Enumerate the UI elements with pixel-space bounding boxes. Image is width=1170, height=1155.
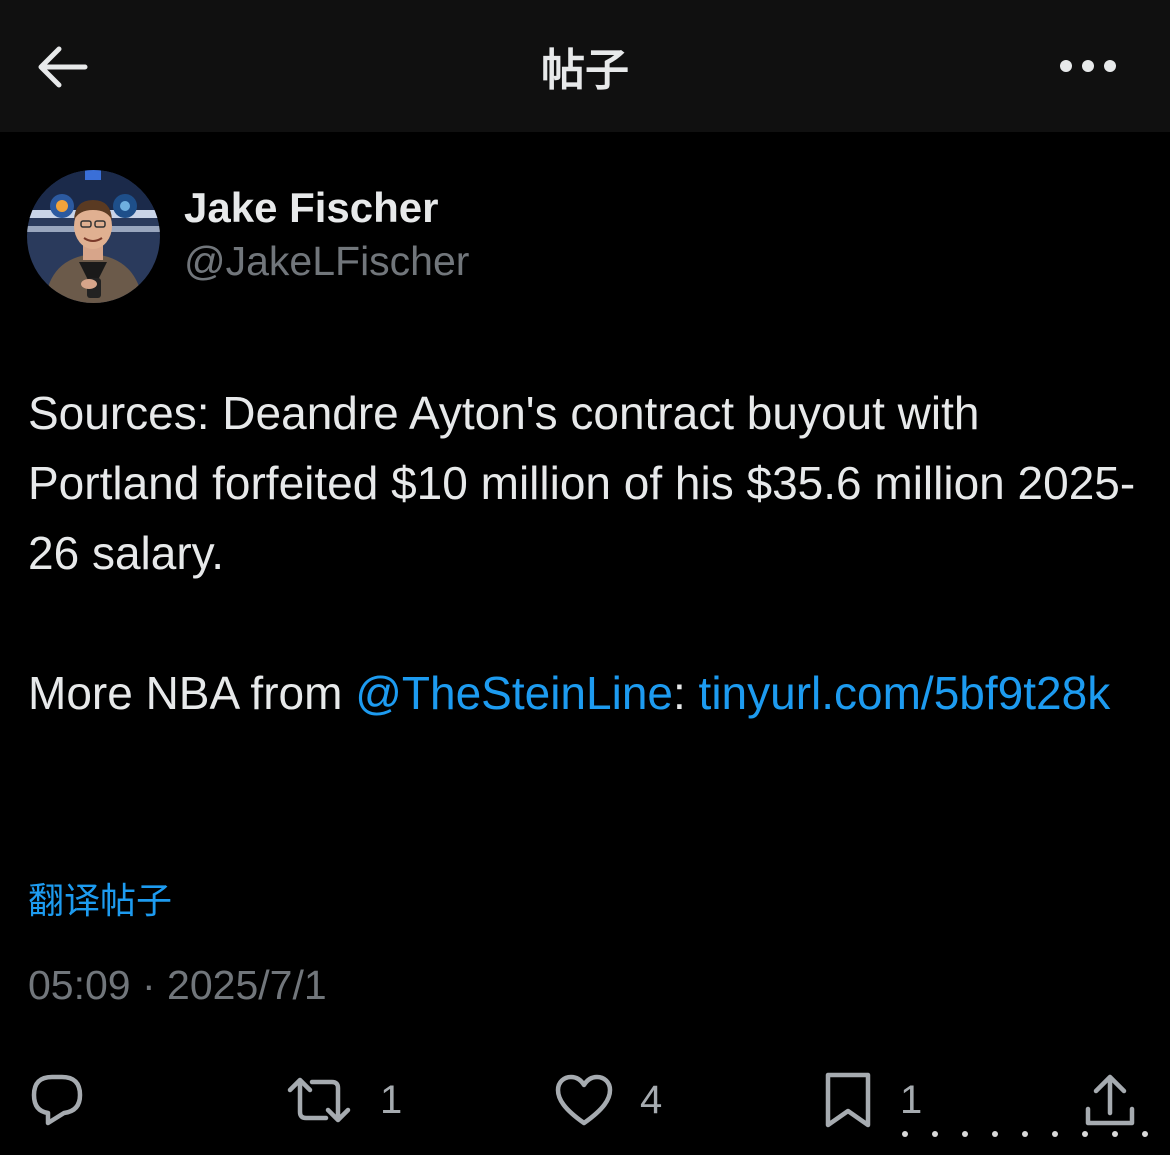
page-title: 帖子 — [541, 45, 629, 96]
share-icon — [1085, 1074, 1135, 1126]
repost-count: 1 — [380, 1077, 403, 1122]
post-text-paragraph: Sources: Deandre Ayton's contract buyout… — [28, 387, 1136, 579]
repost-icon — [287, 1077, 351, 1123]
post-date: 2025/7/1 — [167, 962, 327, 1008]
share-button[interactable] — [1080, 1060, 1140, 1140]
post-more-paragraph: More NBA from @TheSteinLine: tinyurl.com… — [28, 658, 1148, 728]
url-link[interactable]: tinyurl.com/5bf9t28k — [699, 667, 1111, 719]
author-avatar[interactable] — [27, 170, 160, 303]
user-avatar — [27, 170, 160, 303]
bookmark-button[interactable]: 1 — [822, 1060, 922, 1140]
repost-button[interactable]: 1 — [284, 1060, 402, 1140]
mention-link[interactable]: @TheSteinLine — [355, 667, 673, 719]
bookmark-count: 1 — [900, 1077, 923, 1122]
colon-text: : — [672, 667, 699, 719]
top-bar: 帖子 — [0, 0, 1170, 132]
post-time: 05:09 — [28, 962, 131, 1008]
reply-icon — [31, 1074, 83, 1126]
reply-button[interactable] — [28, 1060, 112, 1140]
arrow-left-icon — [38, 46, 88, 88]
more-horizontal-icon — [1060, 60, 1116, 72]
author-handle[interactable]: @JakeLFischer — [184, 238, 469, 285]
like-button[interactable]: 4 — [554, 1060, 662, 1140]
translate-post-link[interactable]: 翻译帖子 — [28, 872, 172, 924]
more-prefix: More NBA from — [28, 667, 356, 719]
more-options-button[interactable] — [1050, 40, 1126, 92]
post-timestamp: 05:09 · 2025/7/1 — [28, 962, 327, 1009]
timestamp-separator: · — [130, 962, 168, 1008]
like-count: 4 — [640, 1077, 663, 1122]
bookmark-icon — [825, 1072, 871, 1128]
post-body: Sources: Deandre Ayton's contract buyout… — [28, 378, 1148, 728]
heart-icon — [555, 1074, 613, 1126]
back-button[interactable] — [26, 38, 96, 96]
action-bar: 1 4 1 — [0, 1060, 1170, 1140]
author-name[interactable]: Jake Fischer — [184, 184, 439, 232]
